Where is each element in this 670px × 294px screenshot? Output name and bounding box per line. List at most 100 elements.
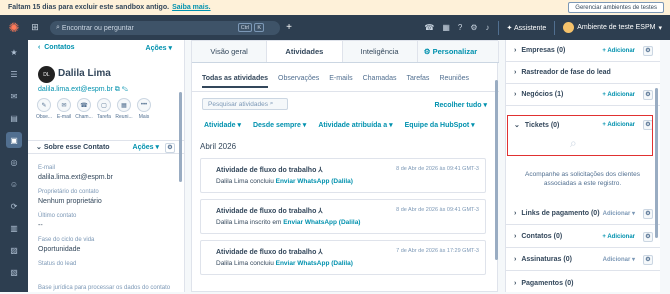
manage-envs-button[interactable]: Gerenciar ambientes de testes (568, 2, 664, 13)
note-action[interactable]: ✎ Obse... (36, 98, 52, 120)
activity-card[interactable]: Atividade de fluxo do trabalho ⅄ 7 de Ab… (200, 240, 486, 275)
section-contacts[interactable]: › Contatos (0) + Adicionar ⚙ (506, 226, 661, 248)
field-value[interactable]: Oportunidade (38, 246, 80, 253)
settings-icon[interactable]: ⚙ (470, 23, 477, 32)
more-action[interactable]: ••• Mais (136, 98, 152, 120)
scrollbar[interactable] (655, 88, 658, 238)
bell-icon[interactable]: ♪ (486, 23, 490, 32)
gear-icon[interactable]: ⚙ (643, 46, 653, 56)
workflow-icon: ⅄ (318, 208, 323, 215)
workflow-link[interactable]: Enviar WhatsApp (Dalila) (276, 178, 353, 185)
workflow-link[interactable]: Enviar WhatsApp (Dalila) (283, 219, 360, 226)
crm-icon[interactable]: ▣ (6, 132, 22, 148)
field-value[interactable]: -- (38, 222, 43, 229)
field-value[interactable]: dalila.lima.ext@espm.br (38, 174, 113, 181)
section-payment-links[interactable]: › Links de pagamento (0) Adicionar ▾ ⚙ (506, 203, 661, 225)
add-button[interactable]: Adicionar ▾ (603, 210, 635, 217)
activity-date: 8 de Abr de 2026 às 09:41 GMT-3 (396, 207, 479, 213)
add-button[interactable]: Adicionar ▾ (603, 256, 635, 263)
subtab-tasks[interactable]: Tarefas (406, 75, 429, 88)
bookmark-icon[interactable]: ★ (6, 44, 22, 60)
call-action[interactable]: ☎ Cham... (75, 98, 93, 120)
gear-icon[interactable]: ⚙ (643, 209, 653, 219)
gear-icon[interactable]: ⚙ (643, 90, 653, 100)
gear-icon[interactable]: ⚙ (643, 232, 653, 242)
grid-icon[interactable]: ⊞ (28, 21, 42, 35)
activity-filters: Atividade ▾ Desde sempre ▾ Atividade atr… (204, 121, 475, 129)
banner-text: Faltam 15 dias para excluir este sandbox… (8, 4, 170, 11)
search-icon: ⌕ (269, 100, 274, 107)
subtab-emails[interactable]: E-mails (329, 75, 352, 88)
section-payments[interactable]: › Pagamentos (0) (506, 272, 661, 294)
assistant-button[interactable]: ✦ Assistente (507, 24, 547, 32)
marketing-icon[interactable]: ✉ (6, 88, 22, 104)
phone-icon[interactable]: ☎ (424, 23, 434, 32)
activity-card[interactable]: Atividade de fluxo do trabalho ⅄ 8 de Ab… (200, 158, 486, 193)
about-actions-dropdown[interactable]: Ações ▾ (133, 143, 159, 151)
gear-icon[interactable]: ⚙ (165, 143, 175, 153)
customize-button[interactable]: ⚙ Personalizar (418, 41, 499, 62)
activity-title-text: Atividade de fluxo do trabalho (216, 249, 317, 256)
add-button[interactable]: + Adicionar (602, 234, 635, 240)
tab-activities[interactable]: Atividades (267, 41, 343, 62)
back-to-contacts-link[interactable]: ‹ Contatos (38, 44, 75, 51)
field-value[interactable]: Nenhum proprietário (38, 198, 102, 205)
subtab-all[interactable]: Todas as atividades (202, 75, 269, 88)
workflow-link[interactable]: Enviar WhatsApp (Dalila) (276, 260, 353, 267)
filter-label: Atividade atribuída a (318, 122, 388, 129)
sandbox-banner: Faltam 15 dias para excluir este sandbox… (0, 0, 670, 15)
create-plus-icon[interactable]: + (282, 21, 296, 35)
about-section-header[interactable]: ⌄ Sobre esse Contato Ações ▾ ⚙ (28, 140, 184, 154)
associations-panel: › Empresas (0) + Adicionar ⚙ › Rastreador de… (505, 40, 661, 294)
filter-team[interactable]: Equipe da HubSpot ▾ (405, 121, 475, 129)
content-icon[interactable]: ▤ (6, 110, 22, 126)
tab-overview[interactable]: Visão geral (192, 41, 268, 62)
section-lead-tracker[interactable]: › Rastreador de fase do lead (506, 62, 661, 84)
activity-search-input[interactable]: Pesquisar atividades ⌕ (202, 98, 288, 110)
account-menu[interactable]: Ambiente de teste ESPM ▾ (563, 22, 662, 33)
reports-icon[interactable]: ▥ (6, 220, 22, 236)
about-actions-label: Ações (132, 144, 154, 151)
library-icon[interactable]: ▧ (6, 264, 22, 280)
banner-link[interactable]: Saiba mais. (172, 4, 211, 11)
section-deals[interactable]: › Negócios (1) + Adicionar ⚙ (506, 84, 661, 106)
contacts-icon[interactable]: ☰ (6, 66, 22, 82)
add-button[interactable]: + Adicionar (602, 48, 635, 54)
add-button[interactable]: + Adicionar (602, 92, 635, 98)
section-label: Links de pagamento (0) (521, 210, 600, 217)
contact-email-link[interactable]: dalila.lima.ext@espm.br ⧉ ✎ (38, 86, 128, 94)
scrollbar[interactable] (179, 92, 182, 182)
subtab-meetings[interactable]: Reuniões (439, 75, 469, 88)
hubspot-logo-icon[interactable]: ✺ (0, 15, 28, 40)
tab-intelligence[interactable]: Inteligência (343, 41, 418, 62)
filter-date[interactable]: Desde sempre ▾ (253, 121, 306, 129)
meeting-action[interactable]: ▦ Reuni... (115, 98, 133, 120)
activity-subtabs: Todas as atividades Observações E-mails … (202, 75, 469, 88)
filter-assigned[interactable]: Atividade atribuída a ▾ (318, 121, 392, 129)
avatar[interactable]: DL (38, 66, 55, 83)
customize-label: Personalizar (432, 47, 478, 56)
email-action[interactable]: ✉ E-mail (56, 98, 72, 120)
data-icon[interactable]: ▨ (6, 242, 22, 258)
activity-title-text: Atividade de fluxo do trabalho (216, 167, 317, 174)
gear-icon[interactable]: ⚙ (643, 255, 653, 265)
subtab-notes[interactable]: Observações (278, 75, 319, 88)
kbd-k: K (254, 23, 264, 32)
search-input[interactable]: ⌕ Encontrar ou perguntar Ctrl K + (50, 21, 292, 35)
task-action[interactable]: ▢ Tarefa (96, 98, 112, 120)
activity-card[interactable]: Atividade de fluxo do trabalho ⅄ 8 de Ab… (200, 199, 486, 234)
scrollbar[interactable] (495, 80, 498, 260)
section-subscriptions[interactable]: › Assinaturas (0) Adicionar ▾ ⚙ (506, 249, 661, 271)
subtab-calls[interactable]: Chamadas (363, 75, 397, 88)
collapse-all-dropdown[interactable]: Recolher tudo ▾ (434, 101, 487, 109)
section-companies[interactable]: › Empresas (0) + Adicionar ⚙ (506, 40, 661, 62)
filter-activity[interactable]: Atividade ▾ (204, 121, 241, 129)
service-icon[interactable]: ☺ (6, 176, 22, 192)
sales-icon[interactable]: ◎ (6, 154, 22, 170)
automation-icon[interactable]: ⟳ (6, 198, 22, 214)
store-icon[interactable]: ▦ (442, 23, 450, 32)
more-label: Mais (138, 114, 150, 120)
workflow-icon: ⅄ (318, 167, 323, 174)
actions-dropdown[interactable]: Ações ▾ (146, 44, 172, 52)
help-icon[interactable]: ? (458, 23, 462, 32)
